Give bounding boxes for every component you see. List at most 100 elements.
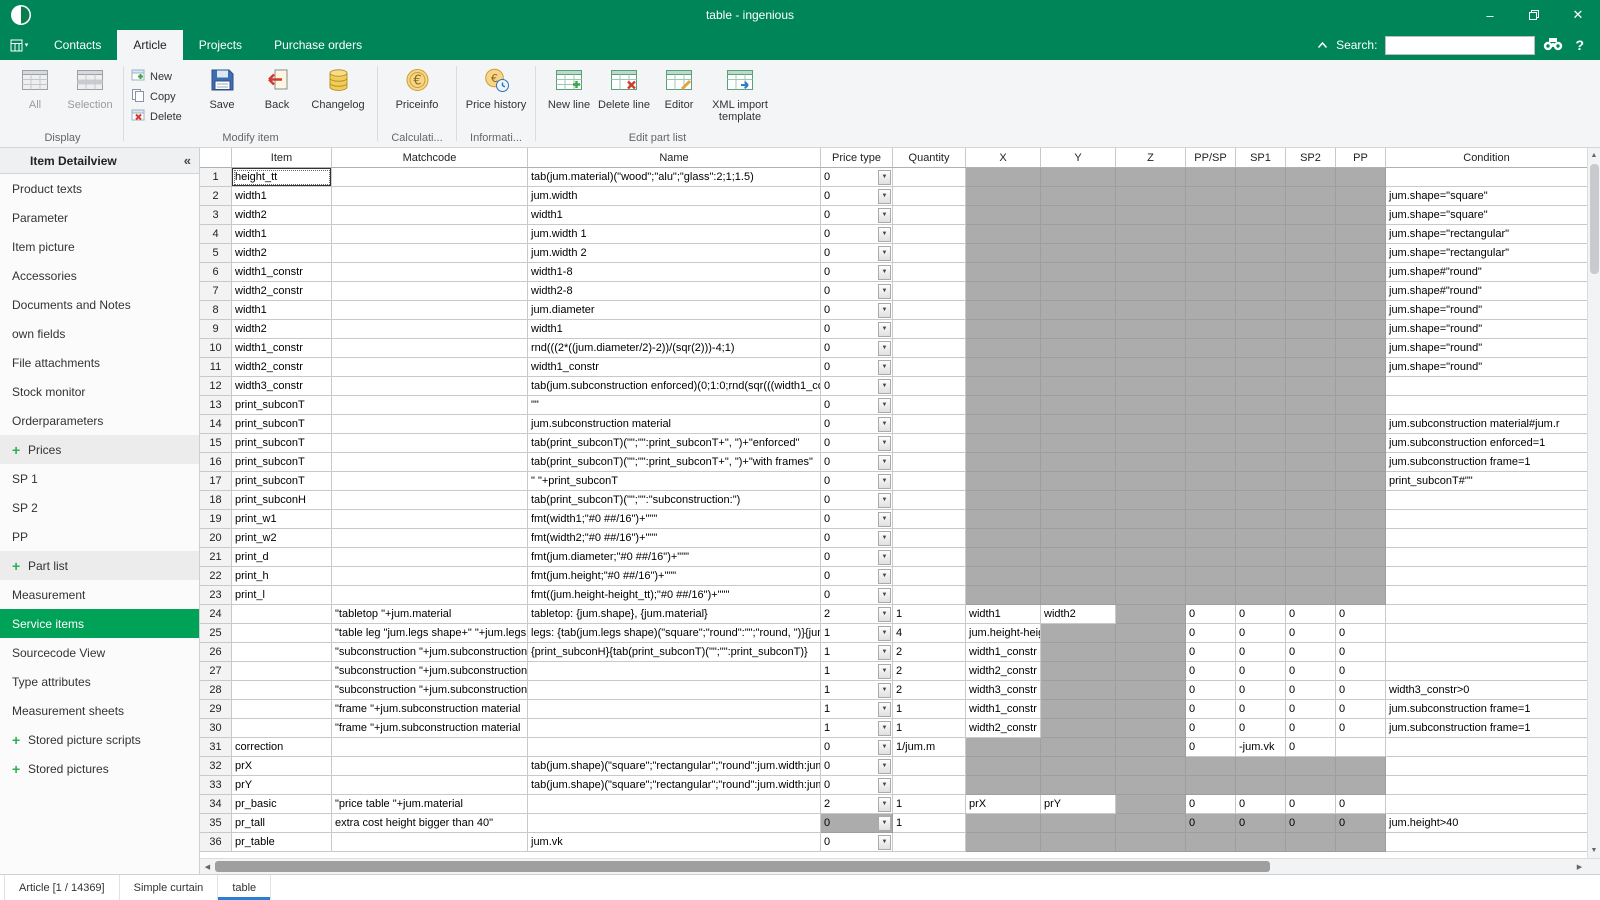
row-number[interactable]: 19 <box>200 510 232 529</box>
cell-item[interactable] <box>232 624 332 643</box>
cell-y[interactable] <box>1041 624 1116 643</box>
row-number[interactable]: 9 <box>200 320 232 339</box>
cell-ppsp[interactable] <box>1186 586 1236 605</box>
cell-name[interactable]: jum.vk <box>528 833 821 852</box>
cell-y[interactable] <box>1041 263 1116 282</box>
cell-quantity[interactable]: 1 <box>893 719 966 738</box>
cell-y[interactable] <box>1041 225 1116 244</box>
cell-sp2[interactable] <box>1286 396 1336 415</box>
price-type-dropdown[interactable]: ▼ <box>878 778 891 793</box>
cell-quantity[interactable] <box>893 529 966 548</box>
cell-sp1[interactable] <box>1236 320 1286 339</box>
cell-sp2[interactable] <box>1286 377 1336 396</box>
row-number[interactable]: 6 <box>200 263 232 282</box>
cell-x[interactable] <box>966 510 1041 529</box>
sidebar-item-product-texts[interactable]: Product texts <box>0 174 199 203</box>
cell-ppsp[interactable]: 0 <box>1186 700 1236 719</box>
cell-item[interactable]: pr_table <box>232 833 332 852</box>
row-number[interactable]: 2 <box>200 187 232 206</box>
cell-name[interactable]: fmt(jum.diameter;"#0 ##/16")+""" <box>528 548 821 567</box>
cell-z[interactable] <box>1116 662 1186 681</box>
row-number[interactable]: 22 <box>200 567 232 586</box>
price-type-dropdown[interactable]: ▼ <box>878 341 891 356</box>
cell-x[interactable] <box>966 415 1041 434</box>
cell-price-type[interactable]: 0▼ <box>821 814 893 833</box>
cell-price-type[interactable]: 0▼ <box>821 453 893 472</box>
new-line-button[interactable]: New line <box>543 62 595 126</box>
cell-sp1[interactable] <box>1236 377 1286 396</box>
cell-name[interactable]: jum.subconstruction material <box>528 415 821 434</box>
cell-name[interactable]: jum.width <box>528 187 821 206</box>
cell-pp[interactable] <box>1336 776 1386 795</box>
cell-sp2[interactable]: 0 <box>1286 624 1336 643</box>
price-type-dropdown[interactable]: ▼ <box>878 436 891 451</box>
cell-sp2[interactable]: 0 <box>1286 719 1336 738</box>
price-type-dropdown[interactable]: ▼ <box>878 360 891 375</box>
cell-sp1[interactable] <box>1236 168 1286 187</box>
cell-condition[interactable] <box>1386 548 1587 567</box>
cell-z[interactable] <box>1116 358 1186 377</box>
price-type-dropdown[interactable]: ▼ <box>878 702 891 717</box>
cell-price-type[interactable]: 0▼ <box>821 738 893 757</box>
row-number[interactable]: 31 <box>200 738 232 757</box>
cell-item[interactable]: print_subconT <box>232 472 332 491</box>
cell-sp2[interactable]: 0 <box>1286 662 1336 681</box>
cell-pp[interactable]: 0 <box>1336 605 1386 624</box>
cell-matchcode[interactable] <box>332 263 528 282</box>
cell-quantity[interactable] <box>893 491 966 510</box>
app-menu-button[interactable]: ▾ <box>0 30 38 60</box>
cell-quantity[interactable]: 1 <box>893 795 966 814</box>
cell-sp2[interactable] <box>1286 415 1336 434</box>
cell-sp2[interactable] <box>1286 301 1336 320</box>
cell-name[interactable]: width1-8 <box>528 263 821 282</box>
cell-item[interactable]: width2 <box>232 244 332 263</box>
row-number[interactable]: 10 <box>200 339 232 358</box>
cell-y[interactable] <box>1041 643 1116 662</box>
sidebar-item-stored-picture-scripts[interactable]: +Stored picture scripts <box>0 725 199 754</box>
cell-pp[interactable]: 0 <box>1336 643 1386 662</box>
cell-item[interactable]: print_subconT <box>232 434 332 453</box>
price-type-dropdown[interactable]: ▼ <box>878 835 891 850</box>
cell-item[interactable]: prY <box>232 776 332 795</box>
price-type-dropdown[interactable]: ▼ <box>878 816 891 831</box>
cell-sp2[interactable] <box>1286 263 1336 282</box>
cell-condition[interactable] <box>1386 757 1587 776</box>
cell-condition[interactable] <box>1386 662 1587 681</box>
cell-sp1[interactable]: 0 <box>1236 814 1286 833</box>
expand-icon[interactable]: + <box>12 734 23 746</box>
cell-y[interactable] <box>1041 491 1116 510</box>
cell-y[interactable] <box>1041 510 1116 529</box>
price-type-dropdown[interactable]: ▼ <box>878 645 891 660</box>
cell-z[interactable] <box>1116 624 1186 643</box>
cell-pp[interactable] <box>1336 586 1386 605</box>
cell-matchcode[interactable] <box>332 833 528 852</box>
cell-sp1[interactable] <box>1236 263 1286 282</box>
cell-name[interactable] <box>528 738 821 757</box>
cell-z[interactable] <box>1116 282 1186 301</box>
cell-ppsp[interactable] <box>1186 187 1236 206</box>
cell-pp[interactable]: 0 <box>1336 795 1386 814</box>
cell-quantity[interactable] <box>893 358 966 377</box>
cell-sp2[interactable] <box>1286 187 1336 206</box>
cell-item[interactable]: pr_tall <box>232 814 332 833</box>
column-header-quantity[interactable]: Quantity <box>893 148 966 167</box>
cell-price-type[interactable]: 1▼ <box>821 624 893 643</box>
cell-matchcode[interactable] <box>332 586 528 605</box>
cell-name[interactable]: width1 <box>528 206 821 225</box>
cell-condition[interactable]: jum.subconstruction frame=1 <box>1386 719 1587 738</box>
cell-z[interactable] <box>1116 757 1186 776</box>
cell-x[interactable]: width1_constr <box>966 700 1041 719</box>
cell-sp1[interactable] <box>1236 282 1286 301</box>
cell-pp[interactable] <box>1336 282 1386 301</box>
cell-quantity[interactable] <box>893 434 966 453</box>
cell-quantity[interactable] <box>893 244 966 263</box>
cell-z[interactable] <box>1116 301 1186 320</box>
column-header-sp1[interactable]: SP1 <box>1236 148 1286 167</box>
row-number[interactable]: 25 <box>200 624 232 643</box>
cell-ppsp[interactable]: 0 <box>1186 719 1236 738</box>
close-button[interactable]: ✕ <box>1556 0 1600 30</box>
column-header-sp2[interactable]: SP2 <box>1286 148 1336 167</box>
cell-x[interactable] <box>966 301 1041 320</box>
cell-pp[interactable] <box>1336 529 1386 548</box>
cell-matchcode[interactable] <box>332 510 528 529</box>
